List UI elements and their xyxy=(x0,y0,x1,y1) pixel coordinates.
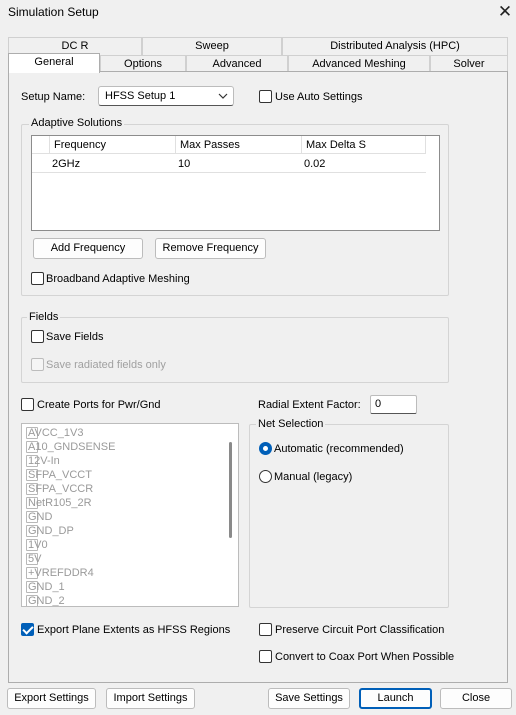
cell-max-delta-s[interactable]: 0.02 xyxy=(284,155,410,173)
adaptive-solutions-label: Adaptive Solutions xyxy=(29,117,125,129)
radial-extent-label: Radial Extent Factor: xyxy=(258,399,361,411)
setup-name-combo[interactable]: HFSS Setup 1 xyxy=(98,86,234,106)
export-plane-extents-label: Export Plane Extents as HFSS Regions xyxy=(37,624,231,636)
broadband-adaptive-meshing-label: Broadband Adaptive Meshing xyxy=(46,273,190,285)
radio-manual[interactable] xyxy=(259,470,272,483)
net-selection-label: Net Selection xyxy=(256,418,326,430)
use-auto-settings-label: Use Auto Settings xyxy=(275,91,363,103)
fields-group xyxy=(21,317,449,383)
setup-name-value: HFSS Setup 1 xyxy=(105,90,176,102)
table-row[interactable]: 2GHz 10 0.02 xyxy=(32,155,426,173)
save-radiated-fields-label: Save radiated fields only xyxy=(46,359,166,371)
save-fields-checkbox[interactable] xyxy=(31,330,44,343)
radio-automatic[interactable] xyxy=(259,442,272,455)
preserve-port-classification-label: Preserve Circuit Port Classification xyxy=(275,624,445,636)
save-settings-button[interactable]: Save Settings xyxy=(268,688,350,709)
remove-frequency-button[interactable]: Remove Frequency xyxy=(155,238,266,259)
create-ports-label: Create Ports for Pwr/Gnd xyxy=(37,399,161,411)
preserve-port-classification-checkbox[interactable] xyxy=(259,623,272,636)
window-title: Simulation Setup xyxy=(8,5,99,19)
add-frequency-button[interactable]: Add Frequency xyxy=(33,238,143,259)
save-radiated-fields-checkbox[interactable] xyxy=(31,358,44,371)
broadband-adaptive-meshing-checkbox[interactable] xyxy=(31,272,44,285)
convert-coax-port-label: Convert to Coax Port When Possible xyxy=(275,651,455,663)
export-plane-extents-checkbox[interactable] xyxy=(21,623,34,636)
column-header-frequency[interactable]: Frequency xyxy=(50,136,176,154)
close-button[interactable]: Close xyxy=(440,688,512,709)
fields-label: Fields xyxy=(27,311,61,323)
chevron-down-icon xyxy=(218,93,228,99)
use-auto-settings-checkbox[interactable] xyxy=(259,90,272,103)
radial-extent-input[interactable]: 0 xyxy=(370,395,417,414)
grid-corner xyxy=(32,136,50,154)
column-header-max-passes[interactable]: Max Passes xyxy=(176,136,302,154)
import-settings-button[interactable]: Import Settings xyxy=(106,688,195,709)
setup-name-label: Setup Name: xyxy=(21,91,86,103)
export-settings-button[interactable]: Export Settings xyxy=(7,688,96,709)
net-list-scrollbar[interactable] xyxy=(229,442,232,538)
radio-manual-label: Manual (legacy) xyxy=(274,471,353,483)
convert-coax-port-checkbox[interactable] xyxy=(259,650,272,663)
cell-frequency[interactable]: 2GHz xyxy=(32,155,176,173)
tab-general[interactable]: General xyxy=(8,53,100,73)
tab-distributed-analysis[interactable]: Distributed Analysis (HPC) xyxy=(282,37,508,55)
create-ports-checkbox[interactable] xyxy=(21,398,34,411)
net-list[interactable]: AVCC_1V3 A10_GNDSENSE 12V-In SFPA_VCCT S… xyxy=(21,423,239,607)
close-icon[interactable]: ✕ xyxy=(494,2,516,22)
radio-automatic-label: Automatic (recommended) xyxy=(274,443,404,455)
cell-max-passes[interactable]: 10 xyxy=(158,155,284,173)
save-fields-label: Save Fields xyxy=(46,331,104,343)
frequency-grid[interactable]: Frequency Max Passes Max Delta S 2GHz 10… xyxy=(31,135,440,231)
launch-button[interactable]: Launch xyxy=(359,688,432,709)
column-header-max-delta-s[interactable]: Max Delta S xyxy=(302,136,426,154)
tab-sweep[interactable]: Sweep xyxy=(142,37,282,55)
